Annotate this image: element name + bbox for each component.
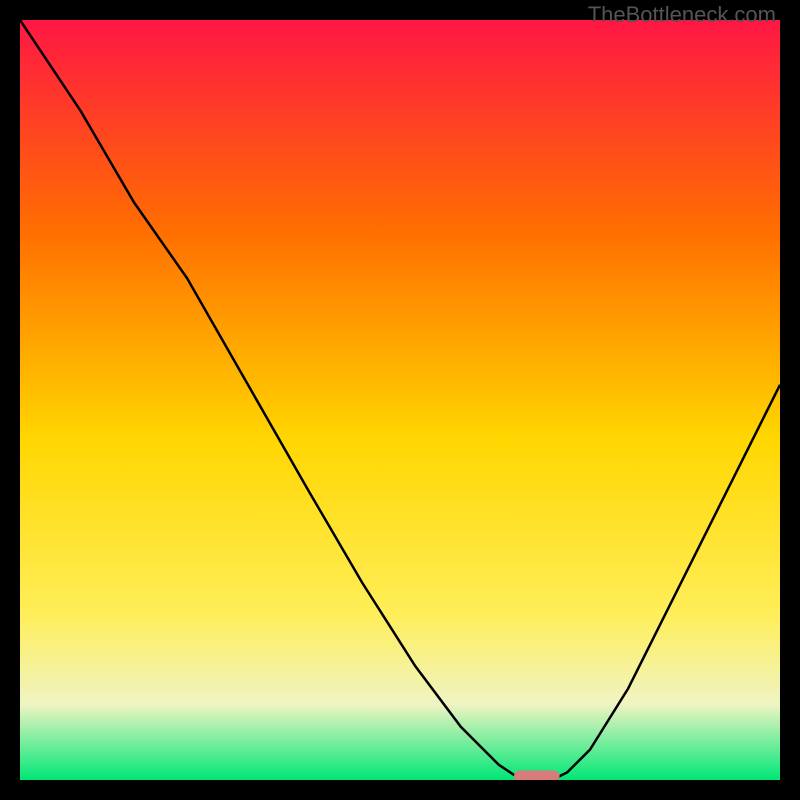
gradient-background <box>20 20 780 780</box>
chart-container <box>20 20 780 780</box>
watermark-text: TheBottleneck.com <box>588 2 776 28</box>
optimal-marker <box>514 771 560 781</box>
bottleneck-chart-svg <box>20 20 780 780</box>
